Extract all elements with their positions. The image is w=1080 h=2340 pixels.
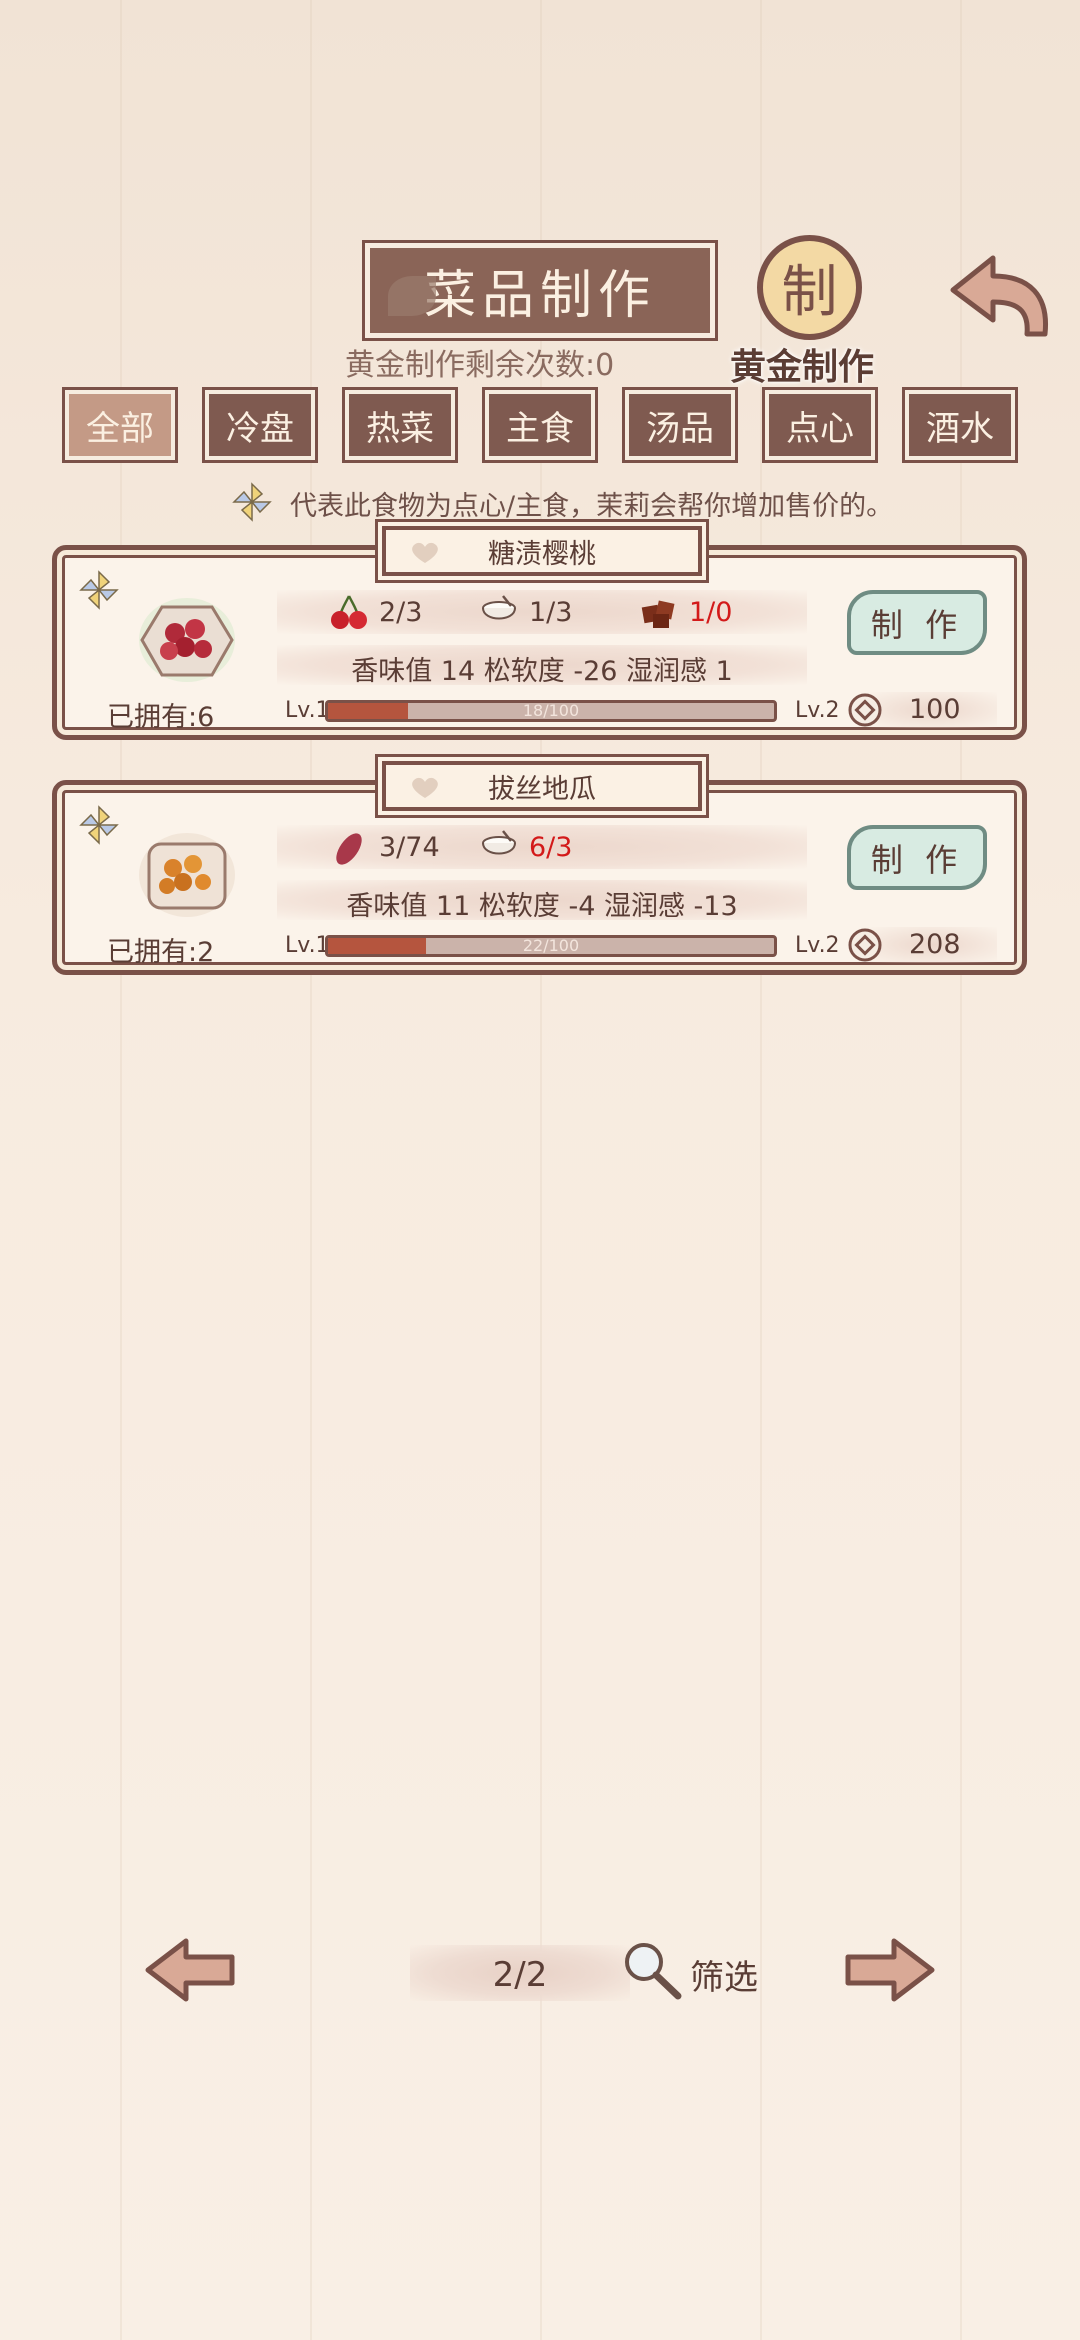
ingredient-item: 1/3	[477, 590, 572, 634]
level-progress-bar: 18/100	[325, 700, 777, 722]
tab-label: 酒水	[926, 408, 994, 449]
dish-stats: 香味值 14 松软度 -26 湿润感 1	[351, 656, 733, 687]
sell-price: 208	[909, 929, 961, 960]
progress-text: 18/100	[522, 701, 580, 720]
prev-page-arrow-icon[interactable]	[142, 1935, 238, 2005]
ingredients-row: 3/74 6/3	[277, 825, 807, 869]
dish-card: 糖渍樱桃 已拥有:6 2/3 1/3 1/0 香味值 14 松软度 -26 湿润…	[52, 526, 1027, 740]
ingredient-item: 3/74	[327, 825, 440, 869]
hint-text: 代表此食物为点心/主食，茉莉会帮你增加售价的。	[290, 491, 894, 522]
tab-label: 汤品	[646, 408, 714, 449]
brown-sugar-icon	[641, 600, 675, 628]
price-row: 208	[847, 925, 997, 965]
tab-label: 主食	[506, 408, 574, 449]
tab-soup[interactable]: 汤品	[622, 387, 738, 463]
owned-count: 已拥有:6	[107, 702, 215, 733]
ingredient-count: 3/74	[379, 831, 440, 863]
tab-cold-dishes[interactable]: 冷盘	[202, 387, 318, 463]
level-to: Lv.2	[795, 698, 840, 723]
stats-row: 香味值 14 松软度 -26 湿润感 1	[277, 645, 807, 687]
next-page-arrow-icon[interactable]	[842, 1935, 938, 2005]
pinwheel-icon	[79, 570, 119, 610]
dish-name-plate: 拔丝地瓜	[382, 761, 702, 811]
tab-all[interactable]: 全部	[62, 387, 178, 463]
magnifier-icon[interactable]	[620, 1938, 684, 2002]
sell-price: 100	[909, 694, 961, 725]
tab-drinks[interactable]: 酒水	[902, 387, 1018, 463]
tab-staple[interactable]: 主食	[482, 387, 598, 463]
leaf-decoration-icon	[388, 276, 436, 316]
sugar-bowl-icon	[482, 595, 516, 620]
tab-label: 全部	[86, 408, 154, 449]
ingredients-row: 2/3 1/3 1/0	[277, 590, 807, 634]
tab-hot-dishes[interactable]: 热菜	[342, 387, 458, 463]
gold-craft-emblem-icon[interactable]: 制	[757, 235, 862, 340]
title-board: 菜品制作	[362, 240, 718, 341]
level-to: Lv.2	[795, 933, 840, 958]
gold-emblem-char: 制	[781, 260, 838, 325]
price-row: 100	[847, 690, 997, 730]
ingredient-count: 1/0	[689, 596, 733, 628]
heart-icon	[412, 777, 438, 798]
level-from: Lv.1	[285, 698, 330, 723]
ingredient-count: 6/3	[529, 831, 573, 863]
tab-dessert[interactable]: 点心	[762, 387, 878, 463]
tab-label: 点心	[786, 408, 854, 449]
ingredient-count: 1/3	[529, 596, 573, 628]
pinwheel-icon	[232, 482, 272, 522]
level-progress-bar: 22/100	[325, 935, 777, 957]
category-tabs: 全部 冷盘 热菜 主食 汤品 点心 酒水	[62, 387, 1025, 463]
level-from: Lv.1	[285, 933, 330, 958]
make-button[interactable]: 制 作	[847, 590, 987, 655]
dish-name-plate: 糖渍樱桃	[382, 526, 702, 576]
recipe-screen: 菜品制作 黄金制作剩余次数:0 制 黄金制作 全部 冷盘 热菜 主食 汤品 点心…	[0, 0, 1080, 2340]
ingredient-count: 2/3	[379, 596, 423, 628]
tab-label: 热菜	[366, 408, 434, 449]
owned-count: 已拥有:2	[107, 937, 215, 968]
heart-icon	[412, 542, 438, 563]
sweet-potato-icon	[336, 833, 362, 865]
candied-sweet-potato-dish-icon	[139, 833, 235, 917]
page-title: 菜品制作	[423, 266, 656, 326]
ingredient-item: 2/3	[327, 590, 422, 634]
make-button[interactable]: 制 作	[847, 825, 987, 890]
gold-remaining-count: 黄金制作剩余次数:0	[345, 348, 615, 383]
hint-row: 代表此食物为点心/主食，茉莉会帮你增加售价的。	[230, 480, 1050, 524]
coin-icon	[848, 693, 882, 727]
sugar-bowl-icon	[482, 830, 516, 855]
back-arrow-icon[interactable]	[945, 250, 1055, 340]
coin-icon	[848, 928, 882, 962]
stats-row: 香味值 11 松软度 -4 湿润感 -13	[277, 880, 807, 922]
dish-name: 拔丝地瓜	[488, 773, 596, 805]
filter-button[interactable]: 筛选	[690, 1950, 758, 1999]
ingredient-item: 6/3	[477, 825, 572, 869]
progress-text: 22/100	[522, 936, 580, 955]
pinwheel-icon	[79, 805, 119, 845]
ingredient-item: 1/0	[637, 590, 732, 634]
gold-craft-label[interactable]: 黄金制作	[730, 338, 874, 390]
page-indicator: 2/2	[410, 1945, 630, 2001]
tab-label: 冷盘	[226, 408, 294, 449]
candied-cherry-dish-icon	[139, 598, 235, 682]
dish-card: 拔丝地瓜 已拥有:2 3/74 6/3 香味值 11 松软度 -4 湿润感 -1…	[52, 761, 1027, 975]
page-number: 2/2	[492, 1955, 548, 1995]
dish-stats: 香味值 11 松软度 -4 湿润感 -13	[346, 891, 738, 922]
cherry-icon	[331, 595, 367, 629]
dish-name: 糖渍樱桃	[488, 538, 596, 570]
